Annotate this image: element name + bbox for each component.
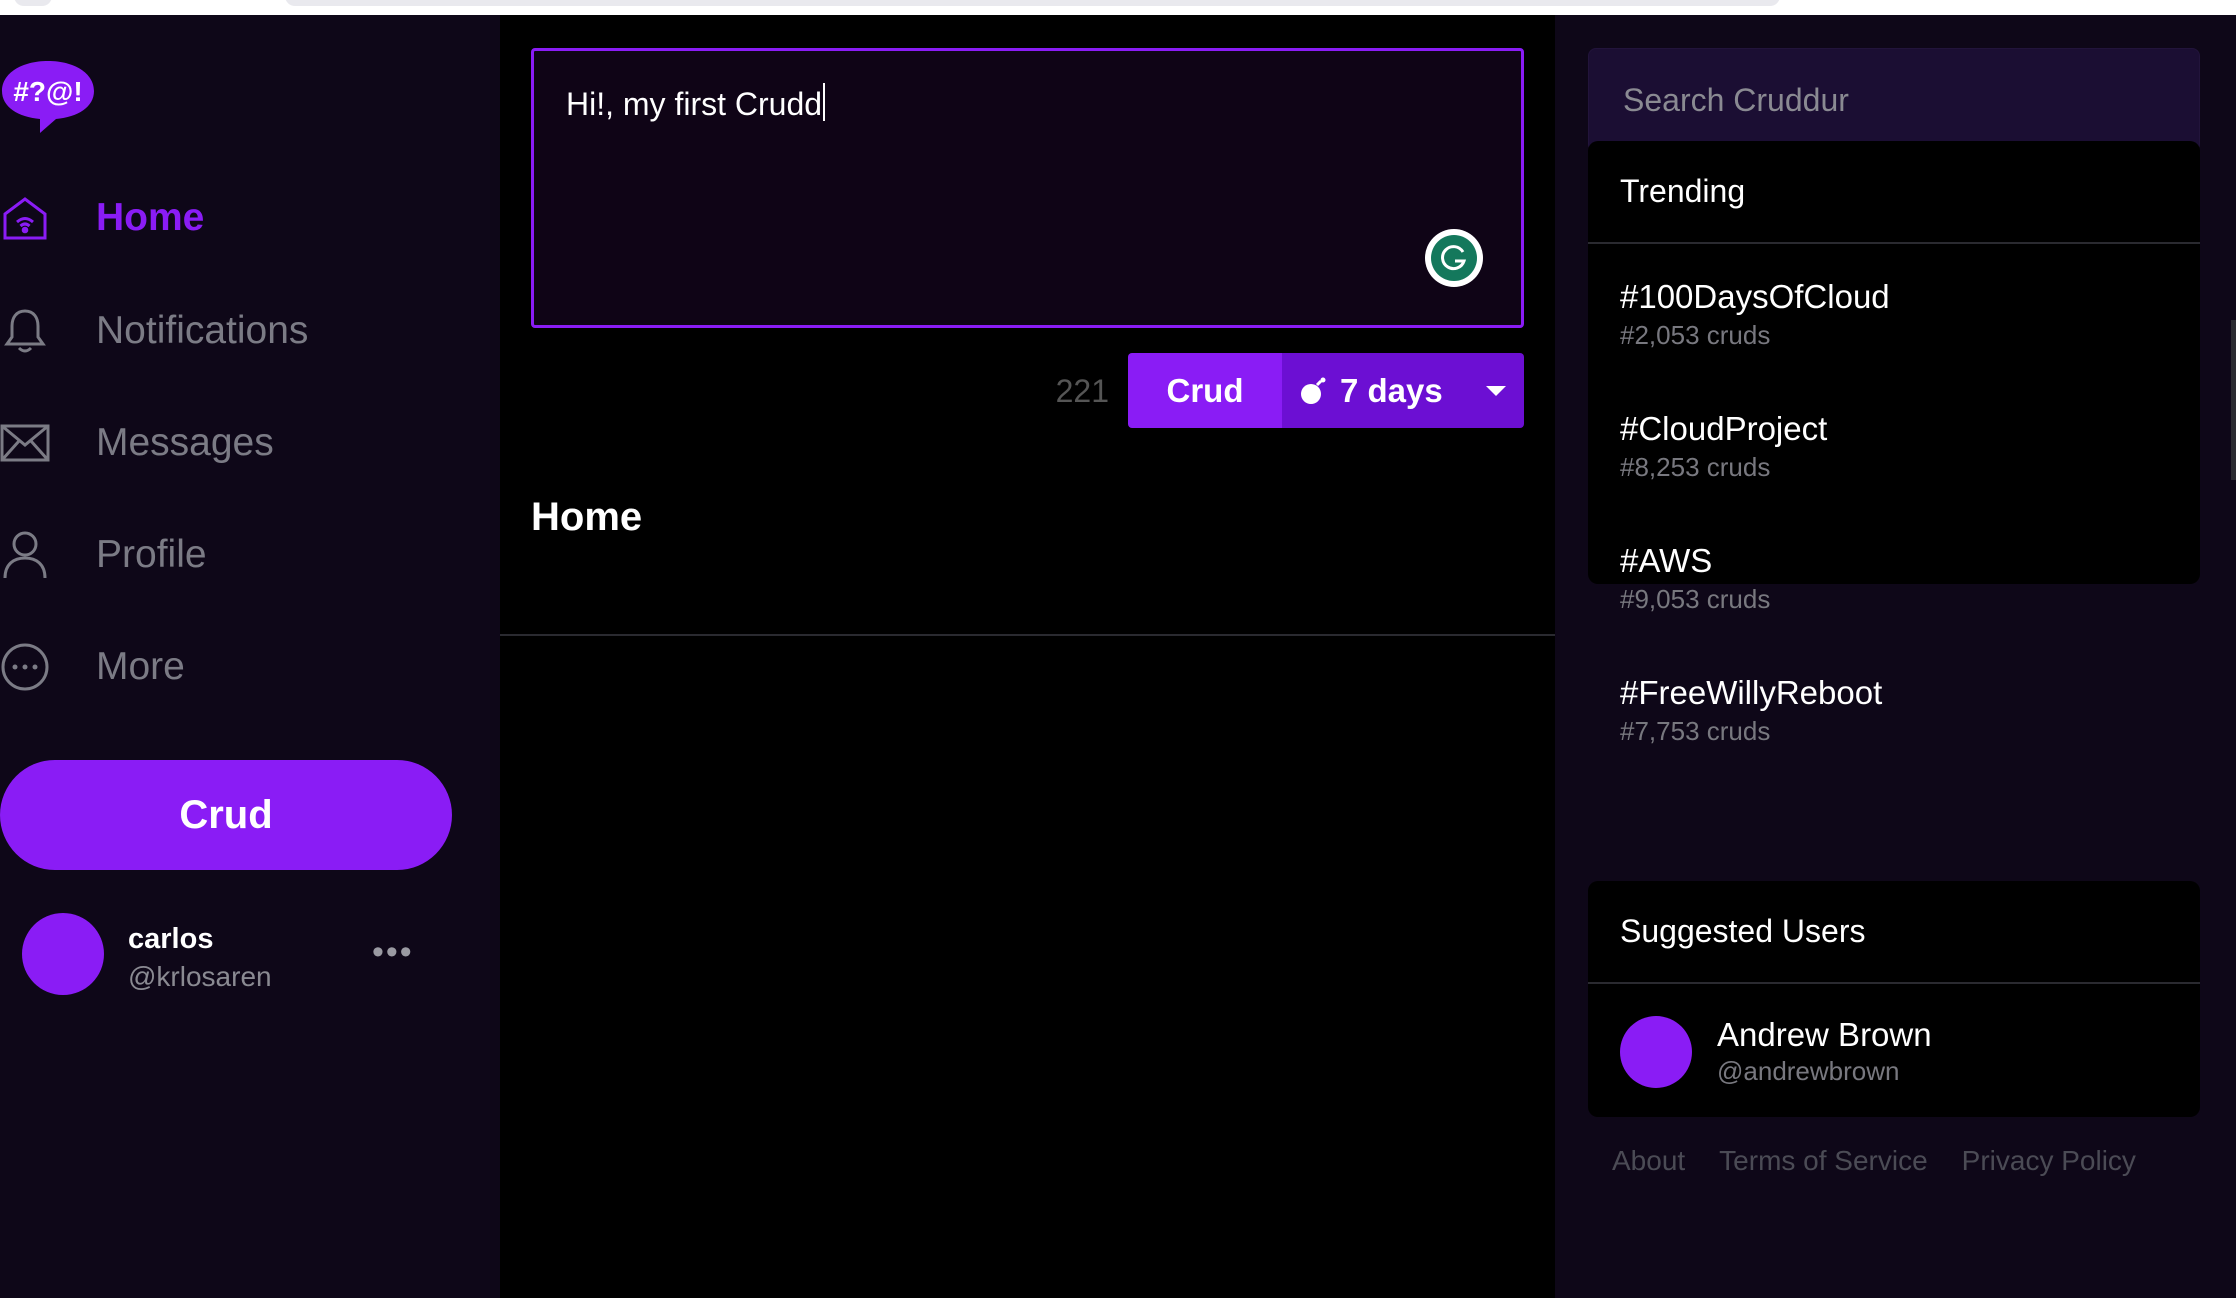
trend-item[interactable]: #FreeWillyReboot #7,753 cruds: [1620, 674, 2180, 764]
trend-item[interactable]: #100DaysOfCloud #2,053 cruds: [1620, 278, 2180, 368]
bomb-icon: [1298, 376, 1328, 406]
search-input[interactable]: [1588, 48, 2200, 152]
suggested-users-panel: Suggested Users Andrew Brown @andrewbrow…: [1588, 881, 2200, 1117]
nav-item-notifications[interactable]: Notifications: [0, 296, 420, 366]
trend-count: #9,053 cruds: [1620, 584, 1771, 614]
nav-label-home: Home: [96, 196, 205, 239]
avatar: [22, 913, 104, 995]
suggested-user[interactable]: Andrew Brown @andrewbrown: [1620, 1016, 2180, 1096]
main-feed: Hi!, my first Crudd 221 Crud 7 days Home: [500, 15, 1555, 1298]
trend-tag: #FreeWillyReboot: [1620, 674, 1883, 711]
nav-item-messages[interactable]: Messages: [0, 408, 420, 478]
chevron-down-icon: [1486, 386, 1506, 396]
suggested-user-name: Andrew Brown: [1717, 1016, 1932, 1053]
cruddur-logo[interactable]: #?@!: [0, 57, 96, 137]
trend-tag: #100DaysOfCloud: [1620, 278, 1890, 315]
suggested-user-handle: @andrewbrown: [1717, 1056, 1900, 1086]
profile-more-icon[interactable]: •••: [372, 933, 414, 972]
nav-item-home[interactable]: Home: [0, 183, 420, 253]
nav-label-more: More: [96, 645, 185, 688]
trend-count: #7,753 cruds: [1620, 716, 1771, 746]
crud-composer[interactable]: Hi!, my first Crudd: [531, 48, 1524, 328]
avatar: [1620, 1016, 1692, 1088]
submit-crud-button[interactable]: Crud: [1128, 353, 1282, 428]
suggested-title: Suggested Users: [1588, 881, 2200, 984]
profile-block[interactable]: carlos @krlosaren •••: [22, 913, 442, 1003]
nav-label-messages: Messages: [96, 421, 274, 464]
scrollbar[interactable]: [2231, 320, 2236, 480]
trend-tag: #CloudProject: [1620, 410, 1828, 447]
browser-control[interactable]: [14, 0, 52, 6]
home-icon: [0, 193, 50, 243]
more-circle-icon: [0, 642, 50, 692]
nav-item-profile[interactable]: Profile: [0, 520, 420, 590]
nav-item-more[interactable]: More: [0, 632, 420, 702]
footer-links: About Terms of Service Privacy Policy: [1612, 1145, 2136, 1177]
text-caret: [823, 83, 826, 121]
trend-count: #8,253 cruds: [1620, 452, 1771, 482]
right-sidebar: Trending #100DaysOfCloud #2,053 cruds #C…: [1555, 15, 2236, 1298]
logo-text: #?@!: [13, 76, 82, 107]
footer-link-about[interactable]: About: [1612, 1145, 1685, 1177]
trending-panel: Trending #100DaysOfCloud #2,053 cruds #C…: [1588, 141, 2200, 746]
crud-button[interactable]: Crud: [0, 760, 452, 870]
nav-label-profile: Profile: [96, 533, 207, 576]
footer-link-terms[interactable]: Terms of Service: [1719, 1145, 1928, 1177]
trend-item[interactable]: #AWS #9,053 cruds: [1620, 542, 2180, 632]
trend-tag: #AWS: [1620, 542, 1713, 579]
user-icon: [0, 530, 50, 580]
grammarly-icon[interactable]: [1425, 229, 1483, 287]
character-count: 221: [1055, 373, 1109, 409]
composer-text: Hi!, my first Crudd: [566, 86, 823, 122]
ttl-dropdown[interactable]: 7 days: [1282, 353, 1524, 428]
envelope-icon: [0, 418, 50, 468]
divider: [500, 634, 1555, 636]
bell-icon: [0, 306, 50, 356]
address-bar[interactable]: [285, 0, 1780, 6]
profile-name: carlos: [128, 923, 214, 955]
page-title: Home: [531, 495, 643, 539]
trending-title: Trending: [1588, 141, 2200, 244]
trend-count: #2,053 cruds: [1620, 320, 1771, 350]
trend-item[interactable]: #CloudProject #8,253 cruds: [1620, 410, 2180, 500]
browser-chrome: [0, 0, 2236, 15]
footer-link-privacy[interactable]: Privacy Policy: [1962, 1145, 2136, 1177]
composer-textarea[interactable]: Hi!, my first Crudd: [566, 83, 826, 123]
left-sidebar: #?@! Home Notifications Messages Profile…: [0, 15, 500, 1298]
profile-handle: @krlosaren: [128, 961, 272, 992]
nav-label-notifications: Notifications: [96, 309, 309, 352]
ttl-label: 7 days: [1340, 371, 1443, 409]
